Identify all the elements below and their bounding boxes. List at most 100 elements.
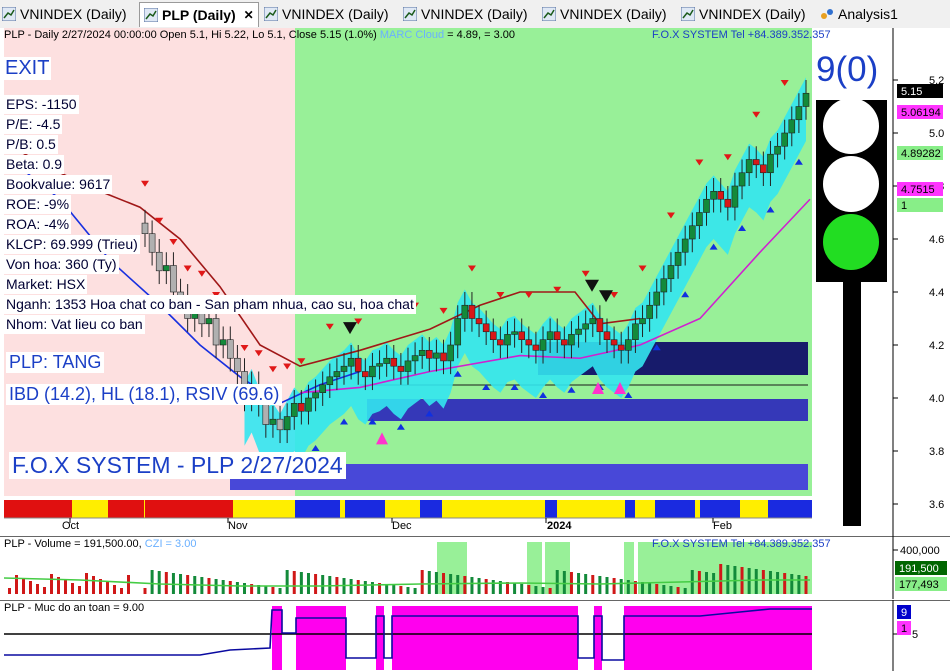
indicator-summary: IBD (14.2), HL (18.1), RSIV (69.6) [6,384,283,405]
volume-bar [228,581,232,594]
value-tag: 1 [897,198,943,212]
volume-bar [712,573,716,594]
y-tick-label: 4.2 [929,340,944,352]
volume-bar [655,584,659,594]
volume-bar [662,585,666,594]
strip-segment [145,500,233,518]
svg-text:5.15: 5.15 [901,86,922,98]
tab-label: VNINDEX (Daily) [699,6,806,22]
value-tag: 5.06194 [897,105,943,119]
tab-vnindex-2[interactable]: VNINDEX (Daily) [263,2,389,26]
volume-bar [157,571,161,594]
tab-analysis1[interactable]: Analysis1 [820,2,898,26]
volume-bar [427,571,431,594]
volume-bar [420,570,424,594]
chart-icon [680,6,696,22]
traffic-light-pole [843,270,861,526]
y-tick-label: 4.4 [929,287,944,299]
chart-tab-bar: VNINDEX (Daily) PLP (Daily) ✕ VNINDEX (D… [0,0,950,29]
y-tick-label: 3.8 [929,446,944,458]
fundamental-item: Nganh: 1353 Hoa chat co ban - San pham n… [4,295,416,314]
volume-bar [271,587,275,594]
volume-bar [299,572,303,594]
strip-segment [345,500,385,518]
exit-label: EXIT [3,57,52,80]
chart-icon [402,6,418,22]
safety-value-tag: 9 [897,605,911,619]
czi-label: CZI = 3.00 [144,538,197,550]
volume-bar [605,577,609,594]
volume-bar [704,572,708,594]
analysis-icon [820,7,834,21]
tab-label: VNINDEX (Daily) [421,6,528,22]
volume-bar [214,579,218,594]
svg-text:1: 1 [901,623,907,635]
fundamental-item: EPS: -1150 [4,95,79,114]
fundamental-item: Nhom: Vat lieu co ban [4,315,145,334]
tab-label: VNINDEX (Daily) [20,6,127,22]
volume-bar [484,579,488,594]
fundamental-item: Bookvalue: 9617 [4,175,113,194]
volume-bar [292,571,296,594]
volume-bar [285,570,289,594]
volume-bar [548,588,552,594]
strip-segment [768,500,812,518]
volume-bar [127,575,130,594]
tab-vnindex-1[interactable]: VNINDEX (Daily) [1,2,127,26]
volume-y-tick: 400,000 [900,545,940,557]
chart-icon [263,6,279,22]
volume-bar [385,584,389,594]
volume-bar [641,582,645,594]
volume-bar [150,570,154,594]
x-label-oct: Oct [62,520,79,532]
volume-bar [349,579,353,594]
volume-bar [92,576,95,594]
volume-bar [392,585,396,594]
volume-bar [619,579,623,594]
tab-plp-daily[interactable]: PLP (Daily) ✕ [139,2,259,27]
volume-bar [171,573,175,594]
chart-icon [1,6,17,22]
tab-vnindex-4[interactable]: VNINDEX (Daily) [541,2,667,26]
volume-value-tag: 177,493 [895,577,947,591]
value-tag: 5.15 [897,84,943,98]
close-icon[interactable]: ✕ [244,8,254,22]
volume-bar [29,581,32,594]
volume-bar [85,573,88,594]
volume-bar [434,572,438,594]
volume-bar [22,578,25,594]
volume-value-tag: 191,500 [895,561,947,575]
volume-bar [470,577,474,594]
fundamental-item: Von hoa: 360 (Ty) [4,255,119,274]
volume-bar [520,584,524,594]
y-tick-label: 3.6 [929,499,944,511]
fundamental-item: ROA: -4% [4,215,72,234]
chart-icon [143,7,159,23]
strip-segment [108,500,144,518]
tab-vnindex-3[interactable]: VNINDEX (Daily) [402,2,528,26]
safety-value-tag: 1 [897,621,911,635]
volume-bar [370,582,374,594]
tab-vnindex-5[interactable]: VNINDEX (Daily) [680,2,806,26]
volume-bar [106,582,109,594]
volume-bar [562,571,566,594]
volume-bar [78,586,81,594]
volume-bar [64,580,67,594]
volume-bar [235,582,239,594]
volume-bar [683,588,687,594]
volume-bar [491,580,495,594]
volume-bar [164,572,168,594]
volume-bar [477,578,481,594]
cloud-values: = 4.89, = 3.00 [447,29,516,41]
y-tick-label: 4.6 [929,234,944,246]
svg-text:191,500: 191,500 [899,563,939,575]
cloud-label: MARC Cloud [379,29,445,41]
y-tick-label: 4.0 [929,393,944,405]
volume-bar [626,580,630,594]
svg-text:4.89282: 4.89282 [901,148,941,160]
value-tag: 4.89282 [897,146,943,160]
volume-bar [8,588,11,594]
volume-bar [50,574,53,594]
strip-segment [625,500,635,518]
volume-bar [43,587,46,594]
